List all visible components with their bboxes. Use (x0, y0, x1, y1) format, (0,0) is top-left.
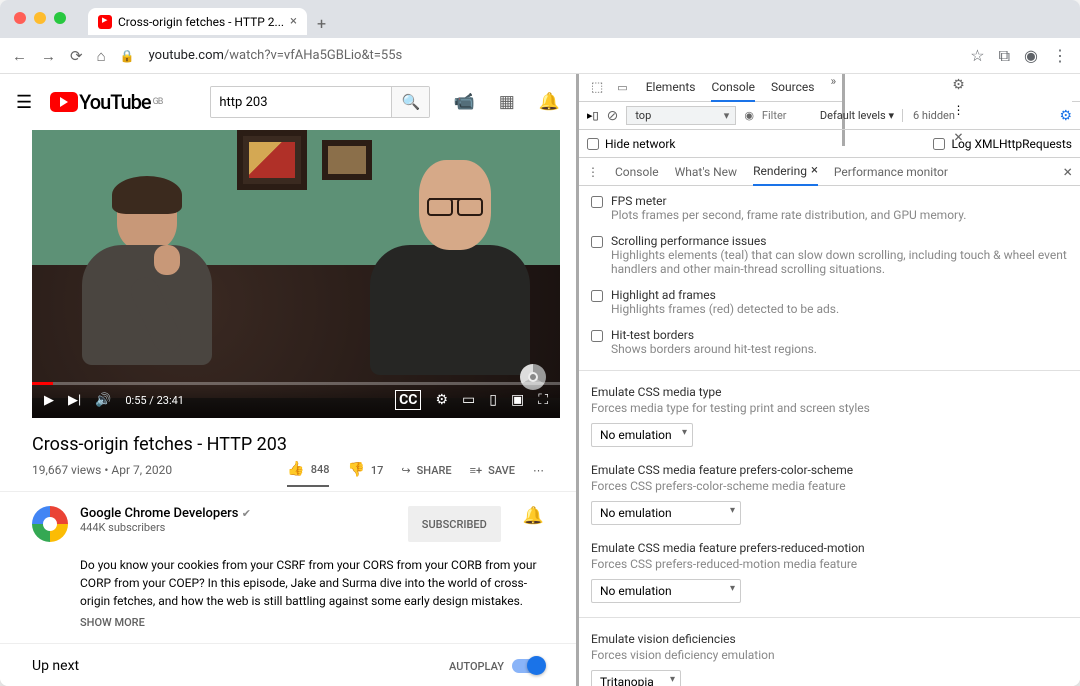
rendering-panel: FPS meterPlots frames per second, frame … (579, 186, 1080, 686)
close-icon[interactable]: × (811, 163, 818, 178)
console-sidebar-icon[interactable]: ▸▯ (587, 109, 599, 122)
video-controls: ▶ ▶| 🔊 0:55 / 23:41 CC ⚙ ▭ ▯ ▣ ⛶ (32, 382, 560, 418)
back-button[interactable]: ← (12, 47, 27, 65)
forward-button[interactable]: → (41, 47, 56, 65)
drawer-tab-whatsnew[interactable]: What's New (675, 159, 737, 185)
fullscreen-icon[interactable]: ⛶ (538, 392, 548, 408)
create-icon[interactable]: 📹 (454, 92, 475, 112)
clear-console-icon[interactable]: ⊘ (607, 108, 619, 124)
autoplay-toggle[interactable] (512, 659, 544, 673)
fps-checkbox[interactable] (591, 196, 603, 208)
notification-bell-icon[interactable]: 🔔 (523, 506, 544, 542)
devtools-settings-icon[interactable]: ⚙ (952, 77, 965, 93)
video-description: Do you know your cookies from your CSRF … (0, 556, 576, 610)
dislike-button[interactable]: 👎17 (347, 462, 383, 478)
vision-deficiency-select[interactable]: Tritanopia (591, 670, 681, 686)
star-icon[interactable]: ☆ (970, 46, 984, 66)
tab-sources[interactable]: Sources (771, 74, 814, 102)
subscriber-count: 444K subscribers (80, 521, 396, 534)
drawer-tab-rendering[interactable]: Rendering× (753, 157, 818, 186)
cast-icon[interactable]: ▣ (511, 392, 524, 408)
console-settings-icon[interactable]: ⚙ (1059, 108, 1072, 124)
youtube-favicon-icon (98, 15, 112, 29)
like-button[interactable]: 👍848 (287, 461, 329, 487)
channel-avatar[interactable] (32, 506, 68, 542)
browser-tab[interactable]: Cross-origin fetches - HTTP 2... × (88, 8, 307, 35)
youtube-logo[interactable]: YouTubeGB (50, 90, 162, 114)
tab-elements[interactable]: Elements (646, 74, 696, 102)
extension-icon[interactable]: ⧉ (999, 46, 1010, 66)
drawer-menu-icon[interactable]: ⋮ (587, 165, 599, 179)
log-level-selector[interactable]: Default levels ▾ (820, 109, 894, 122)
subscribe-button[interactable]: SUBSCRIBED (408, 506, 501, 542)
notifications-icon[interactable]: 🔔 (539, 92, 560, 112)
youtube-header: ☰ YouTubeGB 🔍 📹 ▦ 🔔 (0, 74, 576, 130)
play-icon[interactable]: ▶ (44, 393, 54, 408)
close-window-icon[interactable] (14, 12, 26, 24)
save-button[interactable]: ≡+ SAVE (470, 464, 515, 477)
hamburger-icon[interactable]: ☰ (16, 92, 32, 113)
search-button[interactable]: 🔍 (391, 87, 429, 117)
recommended-video[interactable]: Four silly Four silly browser hacks - HT… (0, 682, 576, 686)
window-titlebar: Cross-origin fetches - HTTP 2... × + (0, 0, 1080, 38)
tab-console[interactable]: Console (711, 74, 755, 102)
video-frame (32, 130, 560, 418)
show-more-button[interactable]: SHOW MORE (0, 610, 576, 644)
reduced-motion-select[interactable]: No emulation (591, 579, 741, 603)
search-form: 🔍 (210, 86, 430, 118)
apps-icon[interactable]: ▦ (499, 92, 515, 112)
context-selector[interactable]: top (626, 106, 736, 125)
device-toggle-icon[interactable]: ▭ (613, 81, 631, 94)
tab-title: Cross-origin fetches - HTTP 2... (118, 15, 284, 29)
verified-icon: ✔ (242, 507, 251, 520)
miniplayer-icon[interactable]: ▭ (462, 392, 475, 408)
window-controls (0, 8, 78, 24)
live-expression-icon[interactable]: ◉ (744, 109, 754, 122)
more-tabs-icon[interactable]: » (830, 74, 836, 102)
scrolling-checkbox[interactable] (591, 236, 603, 248)
menu-icon[interactable]: ⋮ (1052, 46, 1068, 66)
more-actions-icon[interactable]: ⋯ (533, 464, 544, 477)
home-button[interactable]: ⌂ (97, 47, 106, 65)
url-field[interactable]: youtube.com/watch?v=vfAHa5GBLio&t=55s (149, 48, 957, 63)
channel-name[interactable]: Google Chrome Developers ✔ (80, 506, 396, 521)
maximize-window-icon[interactable] (54, 12, 66, 24)
url-bar: ← → ⟳ ⌂ 🔒 youtube.com/watch?v=vfAHa5GBLi… (0, 38, 1080, 74)
autoplay-label: AUTOPLAY (449, 660, 504, 673)
settings-icon[interactable]: ⚙ (435, 392, 448, 408)
minimize-window-icon[interactable] (34, 12, 46, 24)
video-title: Cross-origin fetches - HTTP 203 (0, 418, 576, 461)
up-next-label: Up next (32, 658, 449, 674)
close-tab-icon[interactable]: × (290, 14, 297, 29)
captions-icon[interactable]: CC (395, 390, 421, 410)
hide-network-checkbox[interactable]: Hide network (587, 137, 676, 151)
theater-icon[interactable]: ▯ (489, 392, 497, 408)
profile-icon[interactable]: ◉ (1024, 46, 1038, 66)
log-xhr-checkbox[interactable]: Log XMLHttpRequests (933, 137, 1072, 151)
volume-icon[interactable]: 🔊 (95, 393, 111, 408)
reload-button[interactable]: ⟳ (70, 47, 83, 65)
devtools-panel: ⬚ ▭ Elements Console Sources » 1 7 ⚙ ⋮ ×… (576, 74, 1080, 686)
time-display: 0:55 / 23:41 (125, 394, 184, 407)
page-content: ☰ YouTubeGB 🔍 📹 ▦ 🔔 (0, 74, 576, 686)
color-scheme-select[interactable]: No emulation (591, 501, 741, 525)
media-type-select[interactable]: No emulation (591, 423, 693, 447)
next-icon[interactable]: ▶| (68, 393, 81, 408)
filter-input[interactable] (762, 109, 812, 122)
search-input[interactable] (211, 87, 391, 117)
video-stats: 19,667 views • Apr 7, 2020 (32, 463, 287, 477)
lock-icon[interactable]: 🔒 (120, 49, 135, 63)
share-button[interactable]: ↪ SHARE (401, 464, 451, 477)
inspect-icon[interactable]: ⬚ (587, 80, 607, 95)
hit-test-checkbox[interactable] (591, 330, 603, 342)
drawer-tab-console[interactable]: Console (615, 159, 659, 185)
ad-frames-checkbox[interactable] (591, 290, 603, 302)
hidden-count: 6 hidden (902, 109, 955, 122)
drawer-tab-performance[interactable]: Performance monitor (834, 159, 948, 185)
progress-bar[interactable] (32, 382, 560, 385)
drawer-close-icon[interactable]: × (1063, 162, 1072, 181)
video-player[interactable]: ▶ ▶| 🔊 0:55 / 23:41 CC ⚙ ▭ ▯ ▣ ⛶ (32, 130, 560, 418)
new-tab-button[interactable]: + (307, 8, 336, 39)
